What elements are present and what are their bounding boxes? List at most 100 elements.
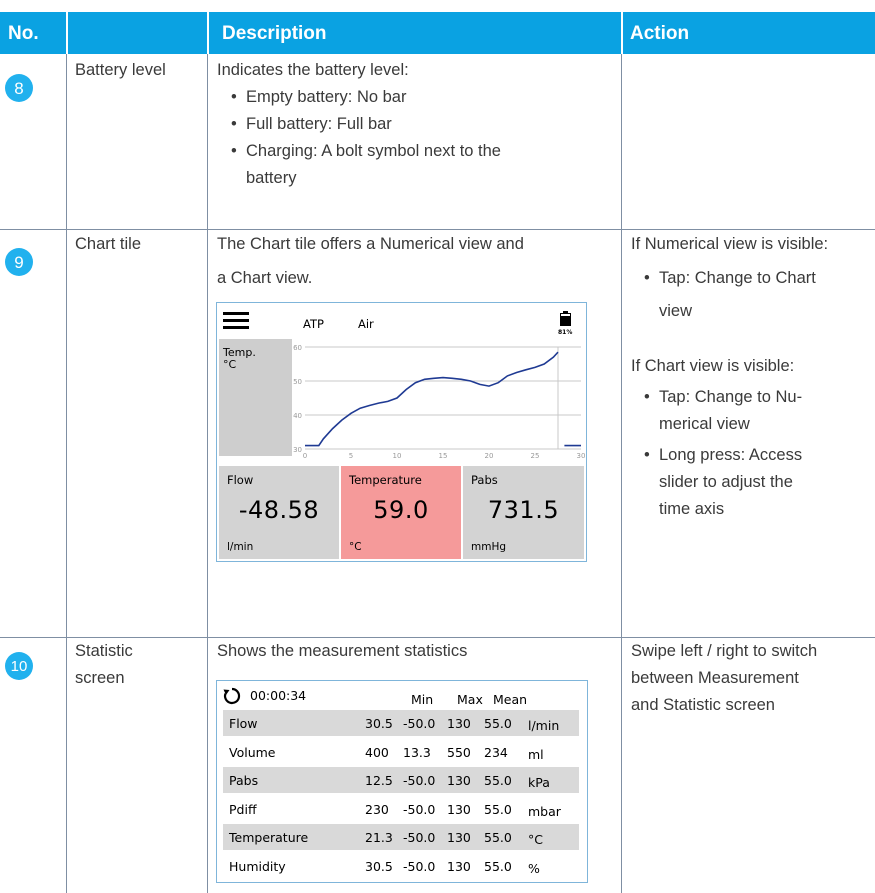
x-tick-label: 25 (531, 452, 540, 460)
bullet-list: Long press: Access (641, 442, 802, 469)
hamburger-icon (223, 312, 249, 329)
stat-name: Volume (229, 744, 276, 760)
refresh-icon (223, 687, 241, 705)
row-description: Shows the measurement statistics (217, 642, 468, 660)
row-number-badge: 8 (5, 74, 33, 102)
row-name-line: Statistic (75, 642, 133, 660)
stat-value: 30.5 (365, 858, 393, 874)
x-tick-label: 15 (439, 452, 448, 460)
y-tick-label: 50 (293, 378, 302, 386)
list-item: Empty battery: No bar (228, 84, 501, 111)
stat-max: 130 (447, 858, 471, 874)
stat-unit: kPa (528, 775, 550, 790)
tile-value: 59.0 (373, 496, 429, 524)
stat-unit: % (528, 860, 540, 876)
column-divider (66, 54, 67, 893)
stat-max: 130 (447, 773, 471, 788)
pabs-tile: Pabs 731.5 mmHg (463, 466, 584, 559)
stat-mean: 55.0 (484, 716, 512, 731)
header-action: Action (630, 23, 690, 44)
y-tick-label: 30 (293, 446, 302, 454)
tile-unit: mmHg (471, 541, 507, 553)
stat-name: Pabs (229, 773, 259, 788)
stat-min: -50.0 (403, 858, 436, 874)
statistics-screen-image: 00:00:34 Min Max Mean Flow 30.5 -50.0 130 55… (216, 680, 588, 883)
tile-unit: l/min (227, 541, 254, 553)
row-name: Battery level (75, 61, 166, 79)
table-header: No. Description Action (0, 12, 875, 54)
stat-value: 400 (365, 744, 389, 760)
header-divider (66, 12, 68, 54)
action-line: between Measurement (631, 669, 799, 687)
stat-mean: 55.0 (484, 801, 512, 817)
stat-mean: 234 (484, 744, 508, 760)
list-item: Charging: A bolt symbol next to the (228, 138, 501, 165)
row-description-line: The Chart tile offers a Numerical view a… (217, 235, 524, 253)
header-description: Description (222, 23, 327, 44)
stat-value: 12.5 (365, 773, 393, 788)
stat-max: 130 (447, 801, 471, 817)
stat-unit: mbar (528, 803, 561, 819)
stat-min: -50.0 (403, 716, 436, 731)
stat-name: Temperature (229, 830, 309, 845)
list-item-continuation: slider to adjust the (659, 473, 793, 491)
row-name: Chart tile (75, 235, 142, 253)
stat-unit: l/min (528, 718, 560, 733)
x-tick-label: 30 (577, 452, 585, 460)
tile-unit: °C (349, 541, 362, 553)
stat-max: 550 (447, 744, 471, 760)
x-tick-label: 20 (485, 452, 494, 460)
chart-screen-image: ATP Air 81% Temp. °C 30 40 50 60 0 5 10 15 20 25 3… (216, 302, 587, 562)
table-row: Temperature 21.3 -50.0 130 55.0 °C (223, 824, 579, 850)
stat-unit: ml (528, 746, 544, 762)
header-no: No. (8, 23, 39, 44)
list-item-continuation: view (659, 302, 693, 320)
header-divider (621, 12, 623, 54)
list-item: Tap: Change to Nu- (641, 384, 802, 411)
action-intro: If Numerical view is visible: (631, 235, 829, 253)
list-item: Full battery: Full bar (228, 111, 501, 138)
table-row: Volume 400 13.3 550 234 ml (223, 739, 579, 765)
bullet-list: Tap: Change to Nu- (641, 384, 802, 411)
row-number-badge: 9 (5, 248, 33, 276)
column-header-mean: Mean (493, 692, 528, 707)
header-divider (207, 12, 209, 54)
battery-icon (560, 311, 571, 327)
tile-label: Temperature (349, 473, 422, 487)
stat-name: Flow (229, 716, 258, 731)
stat-mean: 55.0 (484, 773, 512, 788)
mode-label: ATP (303, 317, 324, 331)
column-header-max: Max (457, 692, 483, 707)
table-row: Flow 30.5 -50.0 130 55.0 l/min (223, 710, 579, 736)
tile-label: Pabs (471, 473, 498, 487)
y-tick-label: 40 (293, 412, 302, 420)
row-name-line: screen (75, 669, 125, 687)
x-tick-label: 0 (303, 452, 307, 460)
column-header-min: Min (411, 692, 434, 707)
gas-label: Air (358, 317, 374, 331)
stat-min: 13.3 (403, 744, 431, 760)
row-divider (0, 229, 875, 230)
stat-mean: 55.0 (484, 858, 512, 874)
stat-min: -50.0 (403, 830, 436, 845)
stat-value: 21.3 (365, 830, 393, 845)
action-intro: If Chart view is visible: (631, 357, 795, 375)
bullet-list: Empty battery: No bar Full battery: Full… (228, 84, 501, 165)
stat-mean: 55.0 (484, 830, 512, 845)
list-item-continuation: time axis (659, 500, 725, 518)
temperature-chart: 30 40 50 60 0 5 10 15 20 25 30 (293, 344, 585, 460)
flow-tile: Flow -48.58 l/min (219, 466, 339, 559)
tile-value: -48.58 (238, 496, 320, 524)
table-row: Humidity 30.5 -50.0 130 55.0% (223, 853, 579, 879)
table-row: Pdiff 230 -50.0 130 55.0 mbar (223, 796, 579, 822)
stat-min: -50.0 (403, 773, 436, 788)
list-item: Tap: Change to Chart (641, 265, 816, 292)
stat-min: -50.0 (403, 801, 436, 817)
column-divider (207, 54, 208, 893)
bullet-list: Tap: Change to Chart (641, 265, 816, 292)
table-row: Pabs 12.5 -50.0 130 55.0 kPa (223, 767, 579, 793)
action-line: Swipe left / right to switch (631, 642, 818, 660)
temperature-label: Temp. °C (223, 347, 256, 371)
tile-label: Flow (227, 473, 254, 487)
tile-value: 731.5 (487, 496, 560, 524)
